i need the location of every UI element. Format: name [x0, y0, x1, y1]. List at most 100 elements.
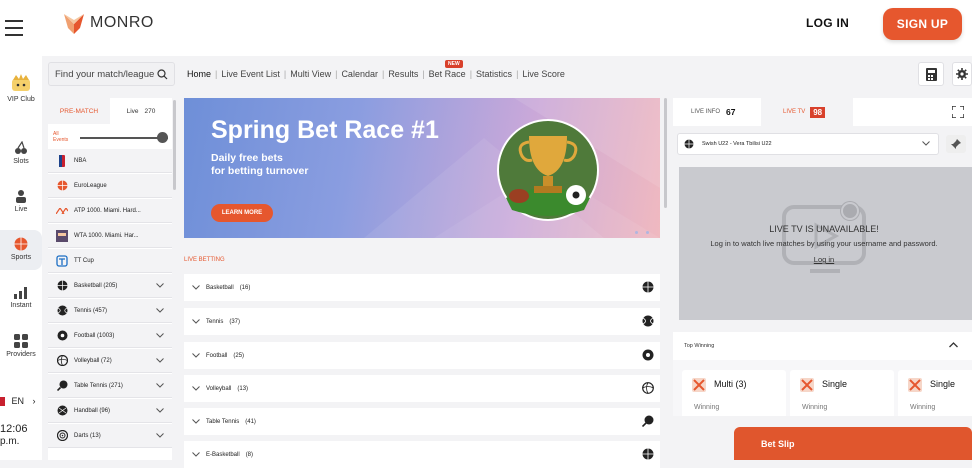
main-scrollbar[interactable] — [664, 98, 667, 208]
live-row-tennis[interactable]: Tennis (37) — [184, 308, 660, 335]
chevron-down-icon[interactable] — [156, 283, 164, 288]
tab-prematch[interactable]: PRE-MATCH — [48, 98, 110, 124]
league-row-nba[interactable]: NBA — [48, 149, 172, 173]
tv-unavailable-title: LIVE TV IS UNAVAILABLE! — [769, 224, 879, 234]
chevron-down-icon — [192, 285, 200, 290]
sport-name: Basketball — [74, 282, 102, 289]
win-type: Single — [822, 379, 848, 389]
signup-button[interactable]: SIGN UP — [883, 8, 962, 40]
sport-count: (1003) — [97, 332, 115, 339]
nav-results[interactable]: Results — [388, 69, 418, 79]
bet-slip-button[interactable]: Bet Slip — [734, 427, 972, 460]
sport-row-handball[interactable]: Handball (96) — [48, 399, 172, 423]
win-type: Multi (3) — [714, 379, 747, 389]
live-sport-name: Table Tennis — [206, 418, 240, 425]
tennis-ball-icon — [642, 315, 654, 327]
tab-live-info[interactable]: LIVE INFO 67 — [673, 98, 761, 126]
nav-statistics[interactable]: Statistics — [476, 69, 512, 79]
clock-period: p.m. — [0, 436, 20, 447]
sport-row-tennis[interactable]: Tennis (457) — [48, 299, 172, 323]
search-icon[interactable] — [157, 69, 168, 80]
fullscreen-icon[interactable] — [952, 106, 964, 118]
chevron-down-icon[interactable] — [156, 433, 164, 438]
chevron-down-icon[interactable] — [156, 383, 164, 388]
calculator-button[interactable] — [918, 62, 944, 86]
logo[interactable]: MONRO — [64, 12, 154, 34]
rail-item-instant[interactable]: Instant — [0, 285, 42, 317]
rail-item-vip-club[interactable]: VIP Club — [0, 73, 42, 113]
learn-more-button[interactable]: LEARN MORE — [211, 204, 273, 222]
win-label: Winning — [910, 404, 936, 411]
league-row-euroleague[interactable]: EuroLeague — [48, 174, 172, 198]
top-winning-header[interactable]: Top Winning — [673, 332, 972, 360]
rail-label: Slots — [13, 158, 29, 165]
live-row-football[interactable]: Football (25) — [184, 342, 660, 369]
chevron-down-icon[interactable] — [156, 333, 164, 338]
tab-live[interactable]: Live 270 — [110, 98, 172, 124]
pin-button[interactable] — [946, 135, 966, 153]
win-card[interactable]: Single Winning — [790, 370, 894, 416]
ping-pong-icon — [642, 415, 654, 427]
sport-row-table-tennis[interactable]: Table Tennis (271) — [48, 374, 172, 398]
nav-live-event-list[interactable]: Live Event List — [221, 69, 280, 79]
chevron-down-icon[interactable] — [156, 308, 164, 313]
league-row-atp[interactable]: ATP 1000. Miami. Hard... — [48, 199, 172, 223]
login-button[interactable]: LOG IN — [806, 16, 849, 30]
nav-calendar[interactable]: Calendar — [341, 69, 378, 79]
chevron-down-icon[interactable] — [156, 358, 164, 363]
nav-live-score[interactable]: Live Score — [522, 69, 565, 79]
sport-count: (96) — [99, 407, 111, 414]
ping-pong-icon — [56, 380, 68, 392]
search-box — [48, 62, 175, 86]
all-events-toggle[interactable] — [157, 132, 168, 143]
live-row-volleyball[interactable]: Volleyball (13) — [184, 375, 660, 402]
banner-pagination[interactable] — [635, 231, 657, 234]
live-row-e-basketball[interactable]: E-Basketball (8) — [184, 441, 660, 468]
win-card[interactable]: Single Winning — [898, 370, 972, 416]
league-row-tt-cup[interactable]: TT Cup — [48, 249, 172, 273]
hamburger-menu-icon[interactable] — [5, 20, 23, 36]
clock-time: 12:06 — [0, 423, 28, 435]
sport-panel-scrollbar[interactable] — [173, 100, 176, 190]
league-label: EuroLeague — [74, 182, 107, 189]
live-sport-name: Basketball — [206, 284, 234, 291]
chevron-down-icon — [192, 419, 200, 424]
sport-row-darts[interactable]: Darts (13) — [48, 424, 172, 448]
rail-item-providers[interactable]: Providers — [0, 334, 42, 366]
tab-live-label: Live — [126, 107, 139, 115]
nav-home[interactable]: Home — [187, 69, 211, 79]
live-row-table-tennis[interactable]: Table Tennis (41) — [184, 408, 660, 435]
search-input[interactable] — [49, 63, 154, 85]
chevron-down-icon — [192, 386, 200, 391]
sport-row-football[interactable]: Football (1003) — [48, 324, 172, 348]
volleyball-icon — [642, 382, 654, 394]
tv-login-link[interactable]: Log in — [679, 255, 969, 264]
promo-banner[interactable]: Spring Bet Race #1 Daily free bets for b… — [184, 98, 660, 238]
banner-title: Spring Bet Race #1 — [211, 116, 439, 144]
win-card[interactable]: Multi (3) Winning — [682, 370, 786, 416]
nav-bet-race[interactable]: Bet Race — [429, 69, 466, 79]
win-type: Single — [930, 379, 956, 389]
live-row-basketball[interactable]: Basketball (16) — [184, 274, 660, 301]
language-selector[interactable]: EN › — [0, 396, 36, 407]
league-label: ATP 1000. Miami. Hard... — [74, 207, 141, 214]
chevron-down-icon — [922, 141, 930, 146]
match-select[interactable]: Swish U22 - Vera Tbilisi U22 — [677, 133, 939, 155]
calculator-icon — [925, 67, 937, 81]
chevron-down-icon — [192, 452, 200, 457]
rail-item-sports[interactable]: Sports — [0, 230, 42, 270]
rail-item-live[interactable]: Live — [0, 189, 42, 221]
sport-row-volleyball[interactable]: Volleyball (72) — [48, 349, 172, 373]
pin-icon — [951, 139, 961, 149]
all-events-toggle-track — [80, 137, 168, 139]
rail-item-slots[interactable]: Slots — [0, 141, 42, 173]
tt-cup-logo-icon — [56, 254, 68, 267]
sport-name: Tennis — [74, 307, 92, 314]
nav-multi-view[interactable]: Multi View — [290, 69, 331, 79]
league-row-wta[interactable]: WTA 1000. Miami. Har... — [48, 224, 172, 248]
settings-button[interactable] — [952, 62, 972, 86]
sport-count: (72) — [101, 357, 112, 364]
tab-live-tv[interactable]: LIVE TV 98 — [763, 98, 851, 126]
chevron-down-icon[interactable] — [156, 408, 164, 413]
sport-row-basketball[interactable]: Basketball (205) — [48, 274, 172, 298]
